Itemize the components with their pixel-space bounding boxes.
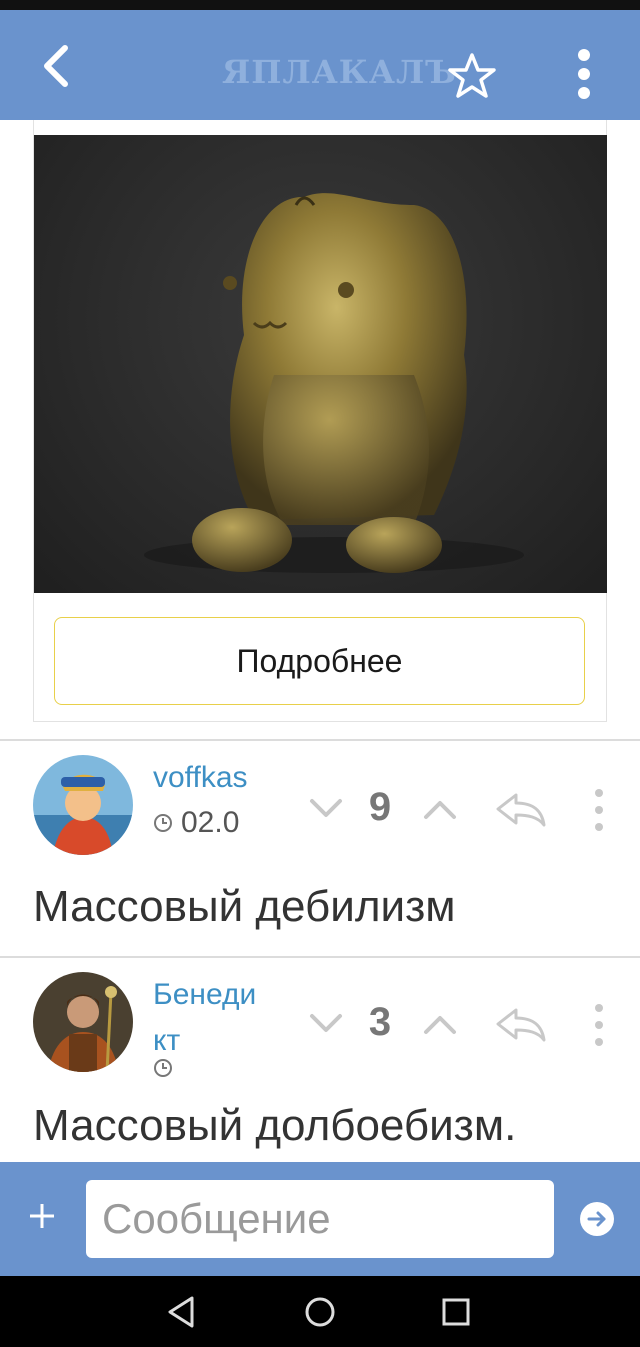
reply-icon[interactable] <box>494 789 548 829</box>
comment-date <box>153 1058 173 1078</box>
comment-score: 9 <box>368 785 392 829</box>
figurine-illustration <box>144 193 524 573</box>
comment-text: Массовый дебилизм <box>33 882 456 931</box>
username-line: Бенеди <box>153 978 257 1011</box>
add-attachment-icon[interactable] <box>24 1198 60 1234</box>
vote-down-icon[interactable] <box>306 1006 346 1042</box>
comment-text: Массовый долбоебизм. <box>33 1101 517 1150</box>
nav-recents-icon[interactable] <box>436 1292 476 1332</box>
comment-username[interactable]: Бенеди кт <box>153 972 256 1064</box>
more-vertical-icon <box>578 49 590 99</box>
menu-button[interactable] <box>562 42 606 106</box>
nav-back-icon[interactable] <box>162 1292 202 1332</box>
chevron-left-icon <box>44 45 68 87</box>
clock-icon <box>154 1059 172 1077</box>
comment-date-text: 02.0 <box>181 806 240 839</box>
system-navigation-bar <box>0 1276 640 1347</box>
vote-down-icon[interactable] <box>306 791 346 827</box>
favorite-button[interactable] <box>444 46 500 106</box>
post-image[interactable] <box>34 135 607 593</box>
comment-menu-icon[interactable] <box>586 787 612 833</box>
comment-date: 02.0 <box>153 803 239 843</box>
clock-icon <box>154 814 172 832</box>
send-arrow-icon <box>587 1211 606 1227</box>
feed-content: Подробнее voffkas 02.0 9 Массовый дебили… <box>0 120 640 1162</box>
send-button[interactable] <box>580 1202 614 1236</box>
comment-item: Бенеди кт 3 Массовый долбоебизм. <box>0 956 640 1162</box>
avatar[interactable] <box>33 755 133 855</box>
vote-up-icon[interactable] <box>420 1006 460 1042</box>
nav-home-icon[interactable] <box>300 1292 340 1332</box>
comment-username[interactable]: voffkas <box>153 755 248 801</box>
avatar-image <box>33 755 133 855</box>
status-bar <box>0 0 640 10</box>
comment-item: voffkas 02.0 9 Массовый дебилизм <box>0 739 640 958</box>
avatar-image <box>33 972 133 1072</box>
username-line: кт <box>153 1024 181 1057</box>
vote-up-icon[interactable] <box>420 791 460 827</box>
star-icon <box>448 53 496 98</box>
avatar[interactable] <box>33 972 133 1072</box>
message-composer <box>0 1162 640 1276</box>
comment-menu-icon[interactable] <box>586 1002 612 1048</box>
top-app-bar: ЯПЛАКАЛЪ <box>0 10 640 120</box>
details-button[interactable]: Подробнее <box>54 617 585 705</box>
back-button[interactable] <box>28 38 84 94</box>
site-logo[interactable]: ЯПЛАКАЛЪ <box>222 50 456 94</box>
reply-icon[interactable] <box>494 1004 548 1044</box>
comment-score: 3 <box>368 1000 392 1044</box>
message-input[interactable] <box>86 1180 554 1258</box>
